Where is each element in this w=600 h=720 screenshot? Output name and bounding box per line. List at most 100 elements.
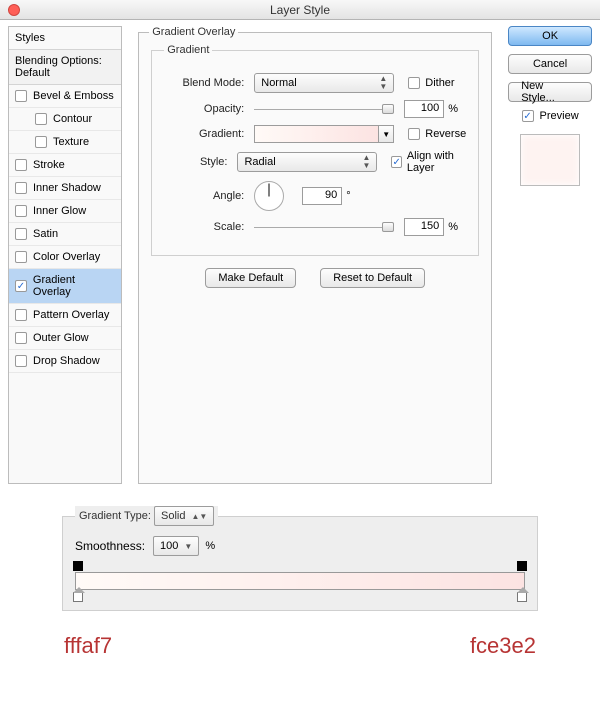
opacity-input[interactable]: 100	[404, 100, 444, 118]
blending-options-header[interactable]: Blending Options: Default	[9, 49, 121, 85]
gradient-swatch[interactable]	[254, 125, 379, 143]
sidebar-item-label: Drop Shadow	[33, 355, 100, 367]
styles-header[interactable]: Styles	[9, 27, 121, 49]
opacity-slider[interactable]	[254, 102, 394, 116]
blend-mode-select[interactable]: Normal▲▼	[254, 73, 394, 93]
ok-button[interactable]: OK	[508, 26, 592, 46]
checkbox-icon[interactable]	[15, 90, 27, 102]
sidebar-item-label: Inner Shadow	[33, 182, 101, 194]
gradient-type-label: Gradient Type:	[79, 510, 151, 522]
gradient-overlay-fieldset: Gradient Overlay Gradient Blend Mode: No…	[138, 26, 492, 484]
checkbox-icon[interactable]	[15, 280, 27, 292]
gradient-type-value: Solid	[161, 510, 185, 522]
styles-sidebar: Styles Blending Options: Default Bevel &…	[8, 26, 122, 484]
angle-input[interactable]: 90	[302, 187, 342, 205]
gradient-strip[interactable]	[75, 572, 525, 590]
smoothness-value: 100	[160, 540, 178, 552]
scale-input[interactable]: 150	[404, 218, 444, 236]
percent-label: %	[448, 221, 458, 233]
sidebar-item-outer-glow[interactable]: Outer Glow	[9, 327, 121, 350]
style-label: Style:	[164, 156, 227, 168]
updown-icon: ▲▼	[363, 154, 371, 170]
smoothness-label: Smoothness:	[75, 539, 145, 553]
sidebar-item-pattern-overlay[interactable]: Pattern Overlay	[9, 304, 121, 327]
sidebar-item-label: Stroke	[33, 159, 65, 171]
scale-label: Scale:	[164, 221, 244, 233]
dither-checkbox[interactable]	[408, 77, 420, 89]
degree-label: °	[346, 190, 350, 202]
gradient-editor: Gradient Type: Solid▲▼ Smoothness: 100▼ …	[60, 506, 540, 659]
reset-default-button[interactable]: Reset to Default	[320, 268, 425, 288]
sidebar-item-label: Bevel & Emboss	[33, 90, 114, 102]
dither-label: Dither	[425, 77, 454, 89]
checkbox-icon[interactable]	[15, 332, 27, 344]
panel-title: Gradient Overlay	[149, 26, 238, 38]
style-value: Radial	[244, 156, 275, 168]
sidebar-item-label: Inner Glow	[33, 205, 86, 217]
chevron-down-icon: ▼	[184, 542, 192, 551]
dialog-buttons: OK Cancel New Style... Preview	[508, 26, 592, 484]
reverse-checkbox[interactable]	[408, 128, 420, 140]
window-title: Layer Style	[270, 3, 330, 17]
gradient-type-select[interactable]: Solid ▲▼	[154, 506, 214, 526]
style-select[interactable]: Radial ▲▼	[237, 152, 377, 172]
sidebar-item-bevel-emboss[interactable]: Bevel & Emboss	[9, 85, 121, 108]
make-default-button[interactable]: Make Default	[205, 268, 296, 288]
sidebar-item-inner-shadow[interactable]: Inner Shadow	[9, 177, 121, 200]
checkbox-icon[interactable]	[15, 205, 27, 217]
angle-label: Angle:	[164, 190, 244, 202]
reverse-label: Reverse	[425, 128, 466, 140]
cancel-button[interactable]: Cancel	[508, 54, 592, 74]
sidebar-item-color-overlay[interactable]: Color Overlay	[9, 246, 121, 269]
gradient-fieldset: Gradient Blend Mode: Normal▲▼ Dither Opa…	[151, 44, 479, 256]
sidebar-item-texture[interactable]: Texture	[9, 131, 121, 154]
smoothness-input[interactable]: 100 ▼	[153, 536, 199, 556]
titlebar: Layer Style	[0, 0, 600, 20]
settings-panel: Gradient Overlay Gradient Blend Mode: No…	[136, 26, 494, 484]
sidebar-item-label: Contour	[53, 113, 92, 125]
checkbox-icon[interactable]	[35, 113, 47, 125]
checkbox-icon[interactable]	[15, 182, 27, 194]
checkbox-icon[interactable]	[15, 355, 27, 367]
preview-checkbox[interactable]	[522, 110, 534, 122]
sidebar-item-satin[interactable]: Satin	[9, 223, 121, 246]
angle-dial[interactable]	[254, 181, 284, 211]
hex-right: fce3e2	[470, 633, 536, 659]
percent-label: %	[448, 103, 458, 115]
color-stop-right[interactable]	[517, 592, 527, 602]
sidebar-item-gradient-overlay[interactable]: Gradient Overlay	[9, 269, 121, 304]
hex-labels: fffaf7 fce3e2	[60, 633, 540, 659]
sidebar-item-inner-glow[interactable]: Inner Glow	[9, 200, 121, 223]
blend-mode-value: Normal	[261, 77, 296, 89]
opacity-stop-right[interactable]	[517, 561, 527, 571]
checkbox-icon[interactable]	[15, 228, 27, 240]
align-label: Align with Layer	[407, 150, 466, 174]
scale-slider[interactable]	[254, 220, 394, 234]
sidebar-item-stroke[interactable]: Stroke	[9, 154, 121, 177]
sidebar-item-label: Gradient Overlay	[33, 274, 115, 298]
gradient-type-fieldset: Gradient Type: Solid▲▼ Smoothness: 100▼ …	[62, 506, 538, 611]
color-stop-left[interactable]	[73, 592, 83, 602]
chevron-down-icon: ▼	[382, 130, 390, 139]
align-checkbox[interactable]	[391, 156, 401, 168]
updown-icon: ▲▼	[191, 512, 207, 521]
sidebar-item-label: Texture	[53, 136, 89, 148]
preview-swatch	[520, 134, 580, 186]
hex-left: fffaf7	[64, 633, 112, 659]
sidebar-item-label: Pattern Overlay	[33, 309, 109, 321]
checkbox-icon[interactable]	[15, 251, 27, 263]
layer-style-dialog: Styles Blending Options: Default Bevel &…	[0, 20, 600, 492]
sidebar-item-label: Outer Glow	[33, 332, 89, 344]
close-icon[interactable]	[8, 4, 20, 16]
sidebar-item-drop-shadow[interactable]: Drop Shadow	[9, 350, 121, 373]
checkbox-icon[interactable]	[35, 136, 47, 148]
checkbox-icon[interactable]	[15, 159, 27, 171]
checkbox-icon[interactable]	[15, 309, 27, 321]
gradient-inner-title: Gradient	[164, 44, 212, 56]
gradient-dropdown-button[interactable]: ▼	[379, 125, 394, 143]
preview-label: Preview	[540, 110, 579, 122]
opacity-stop-left[interactable]	[73, 561, 83, 571]
new-style-button[interactable]: New Style...	[508, 82, 592, 102]
gradient-preview-strip[interactable]	[75, 572, 525, 590]
sidebar-item-contour[interactable]: Contour	[9, 108, 121, 131]
